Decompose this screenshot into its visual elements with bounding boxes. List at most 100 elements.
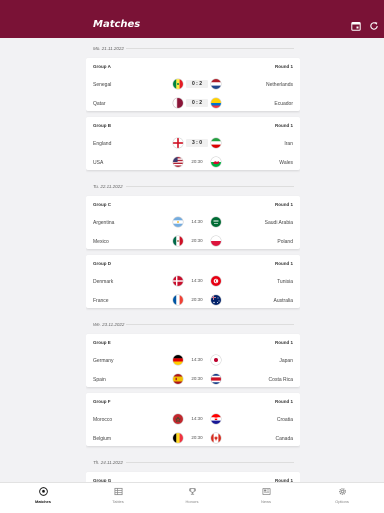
- kickoff-time: 20:30: [186, 376, 208, 381]
- page-title: Matches: [93, 19, 140, 30]
- group-label: Group E: [93, 340, 111, 347]
- england-flag: [173, 138, 183, 148]
- nav-item-label: Options: [322, 499, 362, 504]
- match-row[interactable]: Belgium20:30Canada: [93, 432, 293, 446]
- round-label: Round 1: [275, 202, 293, 209]
- news-icon: [246, 486, 286, 497]
- match-group-card: Group ERound 1Germany14:30JapanSpain20:3…: [86, 334, 300, 387]
- croatia-flag: [211, 414, 221, 424]
- usa-flag: [173, 157, 183, 167]
- qatar-flag: [173, 98, 183, 108]
- away-team-name: Iran: [284, 141, 293, 147]
- iran-flag: [211, 138, 221, 148]
- away-team-name: Wales: [279, 160, 293, 166]
- match-row[interactable]: Germany14:30Japan: [93, 354, 293, 368]
- match-score: 0 : 2: [186, 99, 208, 107]
- away-team-name: Netherlands: [266, 82, 293, 88]
- round-label: Round 1: [275, 261, 293, 268]
- costa-rica-flag: [211, 374, 221, 384]
- nav-item-tables[interactable]: Tables: [98, 486, 138, 504]
- away-team-name: Croatia: [277, 417, 293, 423]
- nav-item-label: News: [246, 499, 286, 504]
- date-separator: Tu. 22.11.2022: [86, 176, 300, 196]
- group-label: Group A: [93, 64, 111, 71]
- home-team-name: Mexico: [93, 239, 109, 245]
- nav-item-label: Matches: [23, 499, 63, 504]
- argentina-flag: [173, 217, 183, 227]
- home-team-name: Argentina: [93, 220, 114, 226]
- match-group-card: Group FRound 1Morocco14:30CroatiaBelgium…: [86, 393, 300, 446]
- away-team-name: Tunisia: [277, 279, 293, 285]
- kickoff-time: 20:30: [186, 159, 208, 164]
- away-team-name: Japan: [279, 358, 293, 364]
- nav-item-label: Tables: [98, 499, 138, 504]
- match-row[interactable]: France20:30Australia: [93, 294, 293, 308]
- group-header: Group F Round 1: [93, 399, 293, 406]
- matches-list[interactable]: Mo. 21.11.2022 Group A Round 1 Senegal 0 : 2…: [86, 38, 300, 482]
- home-team-name: France: [93, 298, 109, 304]
- match-row[interactable]: Qatar 0 : 2 Ecuador: [93, 97, 293, 111]
- kickoff-time: 20:30: [186, 297, 208, 302]
- home-team-name: Qatar: [93, 101, 106, 107]
- nav-item-matches[interactable]: Matches: [23, 486, 63, 504]
- germany-flag: [173, 355, 183, 365]
- home-team-name: USA: [93, 160, 103, 166]
- home-team-name: Denmark: [93, 279, 113, 285]
- app-bar: Matches: [0, 0, 384, 38]
- match-group-card: Group C Round 1 Argentina14:30Saudi Arabia…: [86, 196, 300, 249]
- round-label: Round 1: [275, 399, 293, 406]
- japan-flag: [211, 355, 221, 365]
- group-label: Group B: [93, 123, 111, 130]
- round-label: Round 1: [275, 123, 293, 130]
- date-label: Tu. 22.11.2022: [93, 184, 123, 189]
- calendar-icon: [351, 21, 361, 31]
- nav-item-honors[interactable]: Honors: [172, 486, 212, 504]
- canada-flag: [211, 433, 221, 443]
- match-row[interactable]: Senegal 0 : 2 Netherlands: [93, 78, 293, 92]
- home-team-name: Spain: [93, 377, 106, 383]
- australia-flag: [211, 295, 221, 305]
- date-separator: We. 23.11.2022: [86, 314, 300, 334]
- nav-item-options[interactable]: Options: [322, 486, 362, 504]
- kickoff-time: 14:30: [186, 278, 208, 283]
- date-separator: Th. 24.11.2022: [86, 452, 300, 472]
- refresh-button[interactable]: [368, 20, 380, 32]
- match-group-card: Group ARound 1Senegal0 : 2NetherlandsQat…: [86, 58, 300, 111]
- match-row[interactable]: Mexico20:30Poland: [93, 235, 293, 249]
- kickoff-time: 20:30: [186, 435, 208, 440]
- round-label: Round 1: [275, 340, 293, 347]
- date-label: Mo. 21.11.2022: [93, 46, 124, 51]
- date-separator: Mo. 21.11.2022: [86, 38, 300, 58]
- kickoff-time: 14:30: [186, 416, 208, 421]
- away-team-name: Costa Rica: [269, 377, 293, 383]
- group-label: Group F: [93, 399, 111, 406]
- denmark-flag: [173, 276, 183, 286]
- home-team-name: England: [93, 141, 111, 147]
- match-row[interactable]: Morocco14:30Croatia: [93, 413, 293, 427]
- match-row[interactable]: Argentina14:30Saudi Arabia: [93, 216, 293, 230]
- kickoff-time: 20:30: [186, 238, 208, 243]
- nav-item-news[interactable]: News: [246, 486, 286, 504]
- kickoff-time: 14:30: [186, 357, 208, 362]
- match-row[interactable]: England3 : 0Iran: [93, 137, 293, 151]
- group-header: Group B Round 1: [93, 123, 293, 130]
- away-team-name: Ecuador: [274, 101, 293, 107]
- senegal-flag: [173, 79, 183, 89]
- group-label: Group C: [93, 202, 111, 209]
- match-row[interactable]: Denmark 14:30 Tunisia: [93, 275, 293, 289]
- group-header: Group E Round 1: [93, 340, 293, 347]
- group-label: Group D: [93, 261, 111, 268]
- match-score: 0 : 2: [186, 80, 208, 88]
- calendar-button[interactable]: [350, 20, 362, 32]
- match-row[interactable]: Spain 20:30 Costa Rica: [93, 373, 293, 387]
- date-label: Th. 24.11.2022: [93, 460, 123, 465]
- netherlands-flag: [211, 79, 221, 89]
- morocco-flag: [173, 414, 183, 424]
- refresh-icon: [369, 21, 379, 31]
- gear-icon: [322, 486, 362, 497]
- match-row[interactable]: USA 20:30 Wales: [93, 156, 293, 170]
- home-team-name: Senegal: [93, 82, 111, 88]
- date-label: We. 23.11.2022: [93, 322, 124, 327]
- group-header: Group C Round 1: [93, 202, 293, 209]
- mexico-flag: [173, 236, 183, 246]
